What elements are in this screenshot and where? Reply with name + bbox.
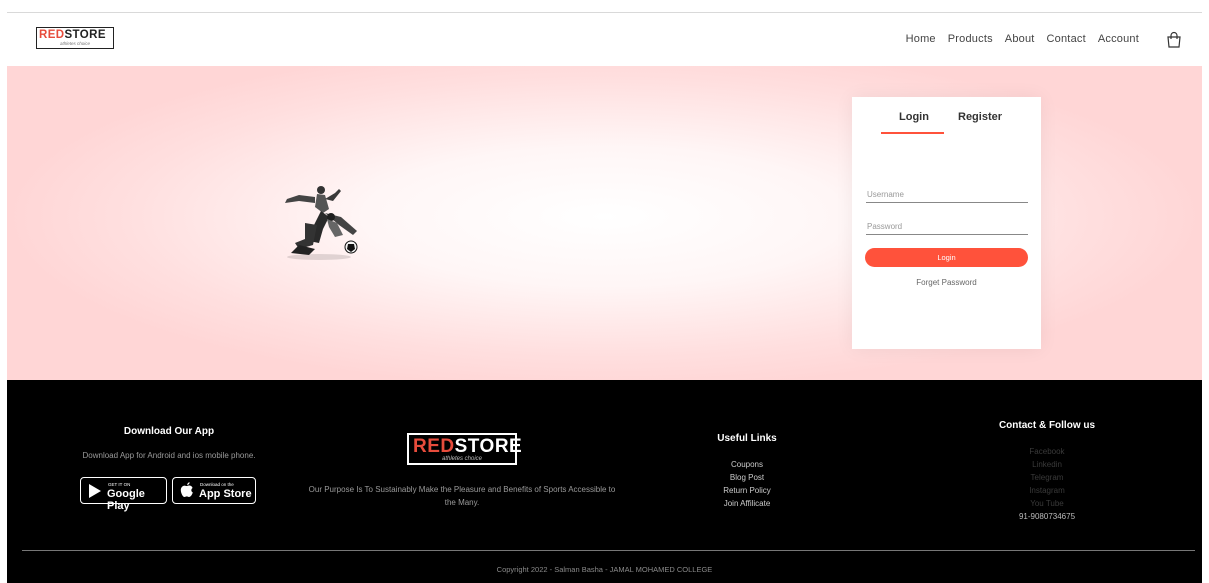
header: REDSTORE athletes choice Home Products A… xyxy=(0,13,1209,66)
google-play-small-text: GET IT ON xyxy=(108,482,131,487)
apple-icon xyxy=(180,482,193,497)
useful-links-title: Useful Links xyxy=(717,433,777,444)
password-input[interactable] xyxy=(866,219,1028,235)
tab-register[interactable]: Register xyxy=(958,111,1002,123)
logo-tagline: athletes choice xyxy=(59,41,91,46)
footer: Download Our App Download App for Androi… xyxy=(7,380,1202,583)
app-store-big-text: App Store xyxy=(199,488,252,500)
app-store-small-text: Download on the xyxy=(200,482,234,487)
link-youtube[interactable]: You Tube xyxy=(967,497,1127,510)
app-text: Download App for Android and ios mobile … xyxy=(82,451,256,460)
link-blog-post[interactable]: Blog Post xyxy=(697,471,797,484)
google-play-badge[interactable]: GET IT ON Google Play xyxy=(80,477,167,512)
contact-title: Contact & Follow us xyxy=(998,420,1096,431)
purpose-text: Our Purpose Is To Sustainably Make the P… xyxy=(308,485,616,507)
footer-contact-column: Contact & Follow us Facebook Linkedin Te… xyxy=(967,420,1127,523)
nav-contact[interactable]: Contact xyxy=(1047,33,1086,45)
shopping-bag-icon[interactable] xyxy=(1165,31,1183,49)
phone-number: 91-9080734675 xyxy=(1018,512,1076,521)
footer-divider xyxy=(22,550,1195,551)
link-instagram[interactable]: Instagram xyxy=(967,484,1127,497)
link-telegram[interactable]: Telegram xyxy=(967,471,1127,484)
footer-logo-tagline: athletes choice xyxy=(441,456,483,462)
footer-logo: REDSTORE athletes choice xyxy=(407,433,522,465)
link-return-policy[interactable]: Return Policy xyxy=(697,484,797,497)
footer-logo-word: REDSTORE xyxy=(413,436,523,457)
nav-about[interactable]: About xyxy=(1005,33,1035,45)
link-facebook[interactable]: Facebook xyxy=(967,445,1127,458)
app-title: Download Our App xyxy=(123,426,215,437)
nav-products[interactable]: Products xyxy=(948,33,993,45)
google-play-icon xyxy=(89,484,101,498)
link-coupons[interactable]: Coupons xyxy=(697,458,797,471)
active-tab-indicator xyxy=(881,132,944,134)
nav-account[interactable]: Account xyxy=(1098,33,1139,45)
football-players-image xyxy=(285,186,358,260)
login-form-card: Login Register Login Forget Password xyxy=(852,97,1041,349)
main-nav: Home Products About Contact Account xyxy=(906,33,1139,45)
nav-home[interactable]: Home xyxy=(906,33,936,45)
google-play-big-text: Google Play xyxy=(107,488,145,512)
copyright-text: Copyright 2022 - Salman Basha - JAMAL MO… xyxy=(496,565,713,574)
link-linkedin[interactable]: Linkedin xyxy=(967,458,1127,471)
footer-useful-links: Useful Links Coupons Blog Post Return Po… xyxy=(697,433,797,510)
footer-purpose-column: Our Purpose Is To Sustainably Make the P… xyxy=(307,483,617,509)
footer-app-column: Download Our App Download App for Androi… xyxy=(59,426,279,462)
username-input[interactable] xyxy=(866,187,1028,203)
app-store-badge[interactable]: Download on the App Store xyxy=(172,477,256,504)
hero-section: Login Register Login Forget Password xyxy=(7,66,1202,380)
store-badges: GET IT ON Google Play Download on the Ap… xyxy=(80,477,256,512)
tab-login[interactable]: Login xyxy=(899,111,929,123)
login-button[interactable]: Login xyxy=(865,248,1028,267)
link-join-affiliate[interactable]: Join Affilicate xyxy=(697,497,797,510)
logo[interactable]: REDSTORE athletes choice xyxy=(36,27,114,49)
forget-password-link[interactable]: Forget Password xyxy=(852,278,1041,287)
